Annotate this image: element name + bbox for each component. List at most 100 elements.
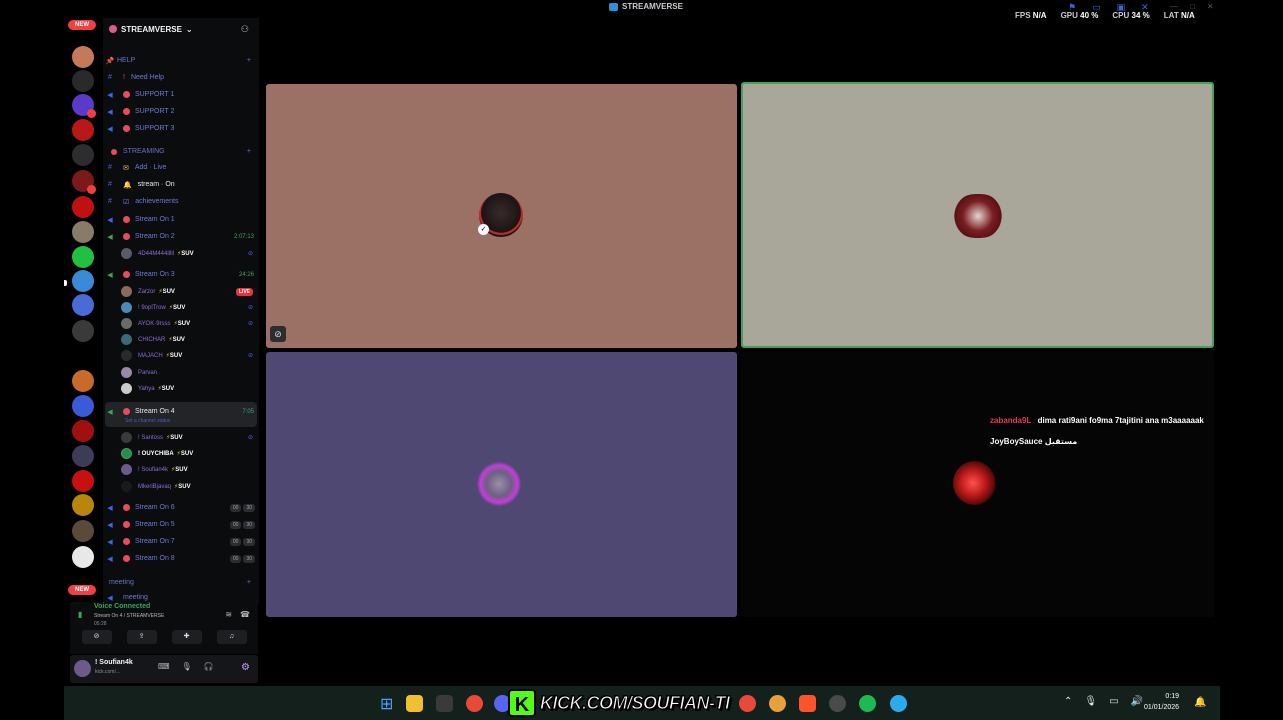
store-icon[interactable] xyxy=(436,695,453,712)
gamepad-icon[interactable]: ⌨ xyxy=(158,662,170,671)
selected-indicator xyxy=(64,280,67,286)
channel-achievements[interactable]: # ☑ achievements xyxy=(103,194,259,209)
server-icon[interactable] xyxy=(72,494,94,516)
voice-member[interactable]: ! Soufian4k ⚡SUV xyxy=(121,462,259,477)
clock[interactable]: 0:19 01/01/2026 xyxy=(1144,691,1179,713)
new-badge[interactable]: NEW xyxy=(68,20,96,30)
category-streaming[interactable]: STREAMING + xyxy=(103,144,259,159)
camera-off-button[interactable]: ⊘ xyxy=(81,630,112,644)
voice-member[interactable]: ! OUYCHIBA ⚡SUV xyxy=(121,446,259,461)
voice-member[interactable]: CHICHAR ⚡SUV xyxy=(121,332,259,347)
video-tile[interactable] xyxy=(266,352,737,617)
server-icon[interactable] xyxy=(72,170,96,194)
channel-stream-on-1[interactable]: ◀ Stream On 1 xyxy=(103,212,259,227)
server-icon[interactable] xyxy=(72,294,94,316)
channel-stream-on-5[interactable]: ◀ Stream On 5 00 30 xyxy=(103,517,259,532)
voice-channel-path[interactable]: Stream On 4 / STREAMVERSE xyxy=(94,613,164,619)
channel-stream-on-7[interactable]: ◀ Stream On 7 00 30 xyxy=(103,534,259,549)
add-channel-icon[interactable]: + xyxy=(247,579,251,586)
server-icon[interactable] xyxy=(72,470,94,492)
server-icon[interactable] xyxy=(72,46,94,68)
channel-stream-on-4[interactable]: ◀ Stream On 4 7:05 xyxy=(103,404,259,419)
microphone-icon[interactable]: 🎙 xyxy=(1084,696,1097,707)
noise-suppression-icon[interactable]: ≋ xyxy=(225,610,232,619)
maximize-icon[interactable]: □ xyxy=(1190,2,1195,11)
voice-member[interactable]: MkeriBjavaq ⚡SUV xyxy=(121,479,259,494)
chevron-up-icon[interactable]: ⌃ xyxy=(1064,696,1072,707)
server-icon[interactable] xyxy=(72,370,94,392)
gear-icon[interactable]: ⚙ xyxy=(241,662,250,673)
server-icon[interactable] xyxy=(72,221,94,243)
add-channel-icon[interactable]: + xyxy=(247,148,251,155)
voice-member[interactable]: Yahya ⚡SUV xyxy=(121,381,259,396)
server-icon[interactable] xyxy=(72,320,94,342)
video-tile-speaking[interactable] xyxy=(741,82,1214,348)
voice-member[interactable]: ! 9oplTrow ⚡SUV ⊘ xyxy=(121,300,259,315)
category-help[interactable]: 📌 HELP + xyxy=(103,53,259,68)
voice-member[interactable]: Zarzor ⚡SUV LIVE xyxy=(121,284,259,299)
server-icon[interactable] xyxy=(72,144,94,166)
video-tile[interactable]: ✓ ⊘ xyxy=(266,84,737,348)
new-badge[interactable]: NEW xyxy=(68,585,96,595)
server-icon[interactable] xyxy=(72,70,94,92)
channel-support-1[interactable]: ◀ SUPPORT 1 xyxy=(103,87,259,102)
close-icon[interactable]: ✕ xyxy=(1207,2,1214,11)
channel-stream-on[interactable]: # 🔔 stream · On xyxy=(103,177,259,192)
username[interactable]: ! Soufian4k xyxy=(95,659,133,666)
add-member-icon[interactable]: ⚇ xyxy=(241,24,249,35)
channel-stream-on-8[interactable]: ◀ Stream On 8 00 30 xyxy=(103,551,259,566)
signal-icon[interactable]: ▮ xyxy=(78,610,82,619)
server-header[interactable]: STREAMVERSE ⌄ xyxy=(103,18,259,40)
voice-member[interactable]: ! Santoss ⚡SUV ⊘ xyxy=(121,430,259,445)
volume-icon[interactable]: 🔊 xyxy=(1131,696,1143,707)
channel-add-live[interactable]: # ✉ Add · Live xyxy=(103,160,259,175)
channel-meeting[interactable]: ◀ meeting xyxy=(103,590,259,602)
suv-tag: ⚡SUV xyxy=(177,251,194,257)
channel-need-help[interactable]: # ! Need Help xyxy=(103,70,259,85)
soundboard-button[interactable]: ♫ xyxy=(216,630,247,644)
video-tile[interactable] xyxy=(741,352,1214,617)
notification-icon[interactable]: 🔔 xyxy=(1194,697,1206,708)
activities-button[interactable]: ✚ xyxy=(171,630,202,644)
server-icon[interactable] xyxy=(72,119,94,141)
server-icon[interactable] xyxy=(72,445,94,467)
folder-icon[interactable] xyxy=(406,695,423,712)
telegram-icon[interactable] xyxy=(890,695,907,712)
speaker-icon: ◀ xyxy=(107,216,113,224)
server-icon[interactable] xyxy=(72,196,94,218)
chrome-icon[interactable] xyxy=(739,695,756,712)
brave-icon[interactable] xyxy=(799,695,816,712)
windows-start-icon[interactable]: ⊞ xyxy=(380,694,393,714)
screen-share-button[interactable]: ⇪ xyxy=(126,630,157,644)
server-icon[interactable] xyxy=(72,94,96,118)
disconnect-icon[interactable]: ☎ xyxy=(240,610,250,619)
server-icon[interactable] xyxy=(72,246,94,268)
server-icon[interactable] xyxy=(72,270,94,292)
channel-stream-on-2[interactable]: ◀ Stream On 2 2:07:13 xyxy=(103,229,259,244)
channel-support-2[interactable]: ◀ SUPPORT 2 xyxy=(103,104,259,119)
avatar[interactable] xyxy=(74,660,91,677)
category-meeting[interactable]: meeting + xyxy=(103,575,259,590)
channel-stream-on-6[interactable]: ◀ Stream On 6 00 30 xyxy=(103,500,259,515)
voice-member[interactable]: AYOK·9rsss ⚡SUV ⊘ xyxy=(121,316,259,331)
chrome-icon[interactable] xyxy=(466,695,483,712)
server-icon[interactable] xyxy=(72,395,94,417)
obs-icon[interactable] xyxy=(829,695,846,712)
set-channel-status[interactable]: Set a channel status xyxy=(125,418,170,424)
channel-support-3[interactable]: ◀ SUPPORT 3 xyxy=(103,121,259,136)
microphone-icon[interactable]: 🎙 xyxy=(182,662,192,671)
voice-member[interactable]: MAJACH ⚡SUV ⊘ xyxy=(121,348,259,363)
server-icon[interactable] xyxy=(72,420,94,442)
display-icon[interactable]: ▭ xyxy=(1109,696,1118,707)
channel-stream-on-3[interactable]: ◀ Stream On 3 24:26 xyxy=(103,267,259,282)
minimize-icon[interactable]: — xyxy=(1170,2,1178,11)
server-icon[interactable] xyxy=(72,520,94,542)
add-channel-icon[interactable]: + xyxy=(247,57,251,64)
spotify-icon[interactable] xyxy=(859,695,876,712)
chrome-icon[interactable] xyxy=(769,695,786,712)
server-icon[interactable] xyxy=(72,546,94,568)
chat-text: dima rati9ani fo9ma 7tajitini ana m3aaaa… xyxy=(1037,416,1204,425)
voice-member[interactable]: Parvan xyxy=(121,365,259,380)
headphones-icon[interactable]: 🎧 xyxy=(204,662,214,671)
voice-member[interactable]: 4D44M444lllll ⚡SUV ⊘ xyxy=(121,246,259,261)
